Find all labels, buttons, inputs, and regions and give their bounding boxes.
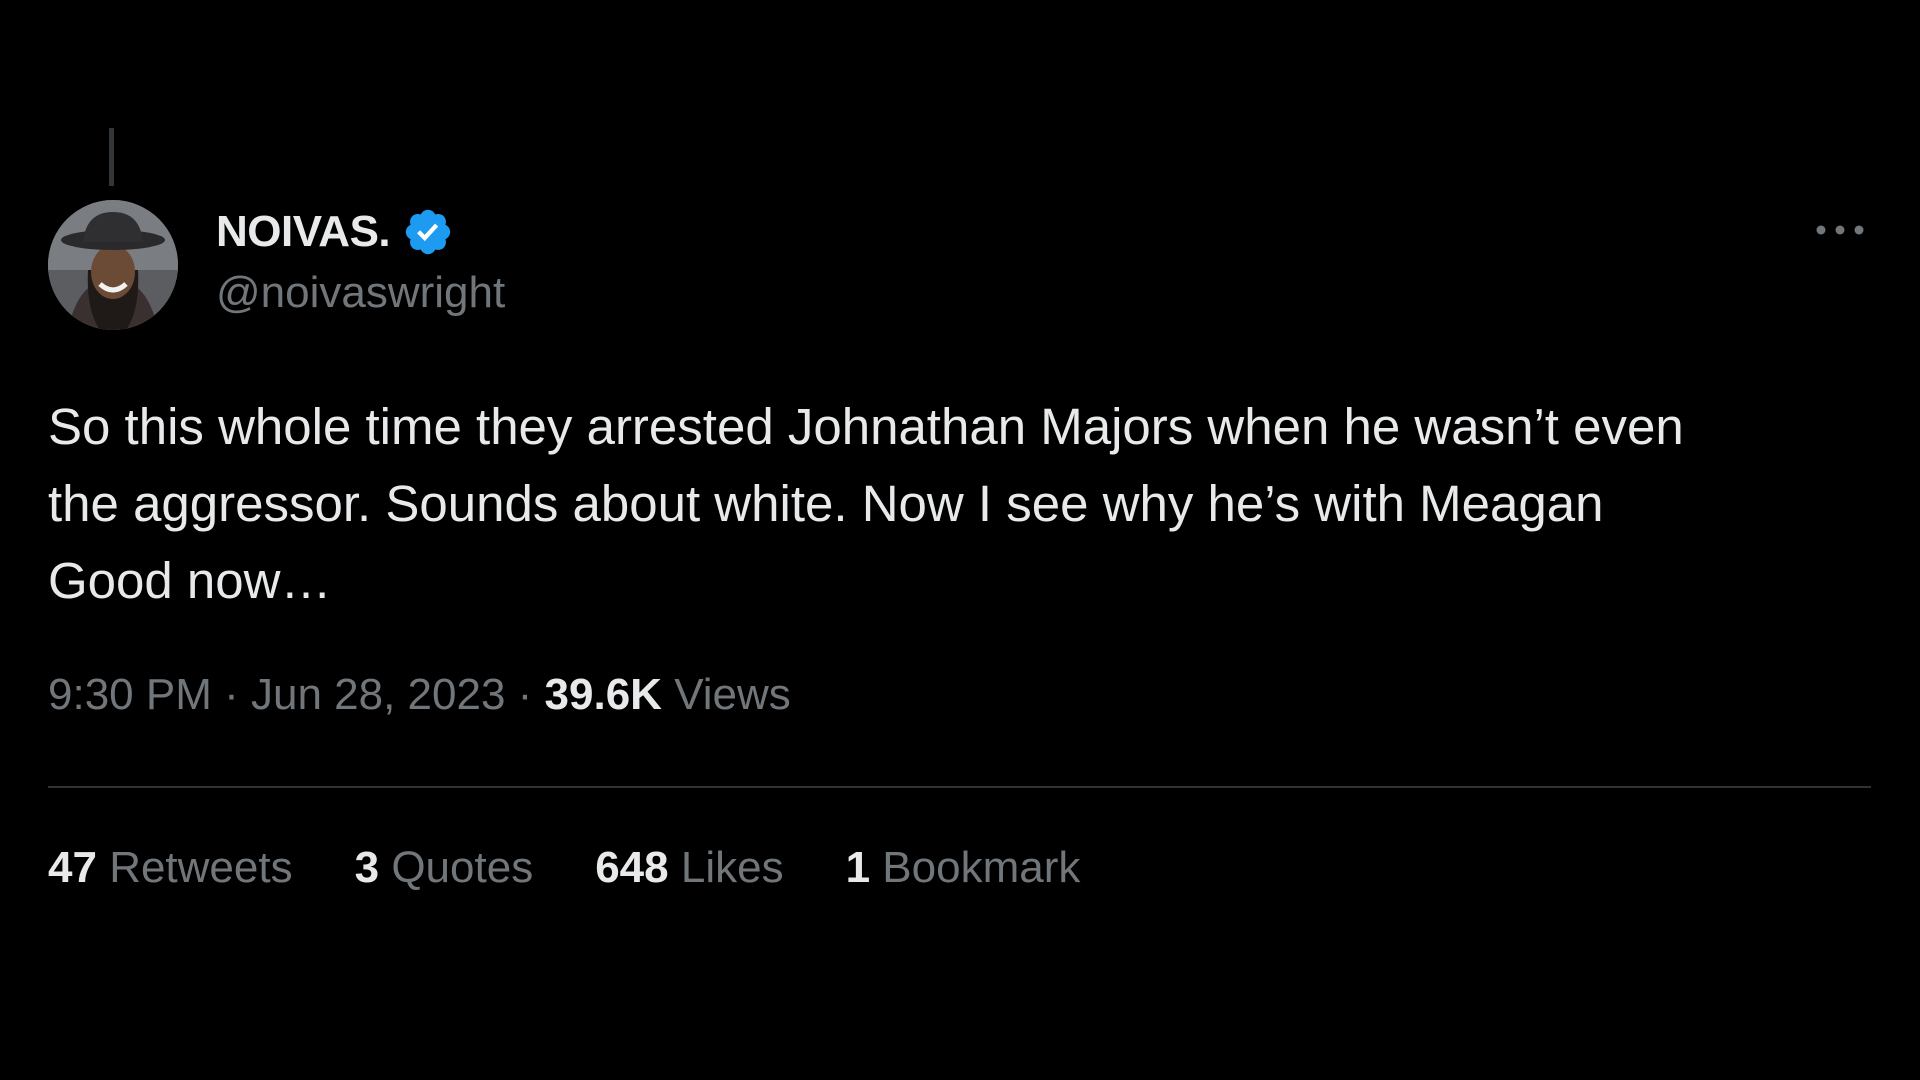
more-options-button[interactable] bbox=[1810, 212, 1870, 248]
thread-connector-line bbox=[109, 128, 114, 186]
divider bbox=[48, 786, 1871, 788]
meta-separator: · bbox=[505, 670, 545, 719]
more-horizontal-icon bbox=[1816, 225, 1864, 235]
quotes-stat[interactable]: 3 Quotes bbox=[355, 843, 534, 893]
quotes-count: 3 bbox=[354, 843, 380, 892]
tweet-meta: 9:30 PM · Jun 28, 2023 · 39.6K Views bbox=[48, 670, 791, 720]
retweets-stat[interactable]: 47 Retweets bbox=[48, 843, 293, 893]
quotes-label: Quotes bbox=[391, 843, 534, 892]
verified-badge-icon[interactable] bbox=[402, 206, 454, 258]
avatar-photo bbox=[48, 200, 178, 330]
likes-count: 648 bbox=[595, 843, 669, 892]
avatar[interactable] bbox=[48, 200, 178, 330]
tweet-date[interactable]: Jun 28, 2023 bbox=[251, 670, 505, 719]
author-handle[interactable]: @noivaswright bbox=[216, 268, 505, 318]
author-display-name[interactable]: NOIVAS. bbox=[216, 207, 391, 257]
retweets-label: Retweets bbox=[109, 843, 293, 892]
meta-separator: · bbox=[211, 670, 251, 719]
tweet-time[interactable]: 9:30 PM bbox=[48, 670, 212, 719]
bookmarks-stat[interactable]: 1 Bookmark bbox=[846, 843, 1081, 893]
views-label: Views bbox=[674, 670, 791, 719]
views-count: 39.6K bbox=[544, 670, 662, 719]
bookmarks-count: 1 bbox=[845, 843, 871, 892]
likes-stat[interactable]: 648 Likes bbox=[595, 843, 783, 893]
likes-label: Likes bbox=[680, 843, 784, 892]
engagement-stats: 47 Retweets 3 Quotes 648 Likes 1 Bookmar… bbox=[48, 843, 1080, 893]
author-name-row[interactable]: NOIVAS. bbox=[216, 204, 454, 260]
retweets-count: 47 bbox=[48, 843, 97, 892]
bookmarks-label: Bookmark bbox=[882, 843, 1081, 892]
tweet-text: So this whole time they arrested Johnath… bbox=[48, 398, 1684, 609]
